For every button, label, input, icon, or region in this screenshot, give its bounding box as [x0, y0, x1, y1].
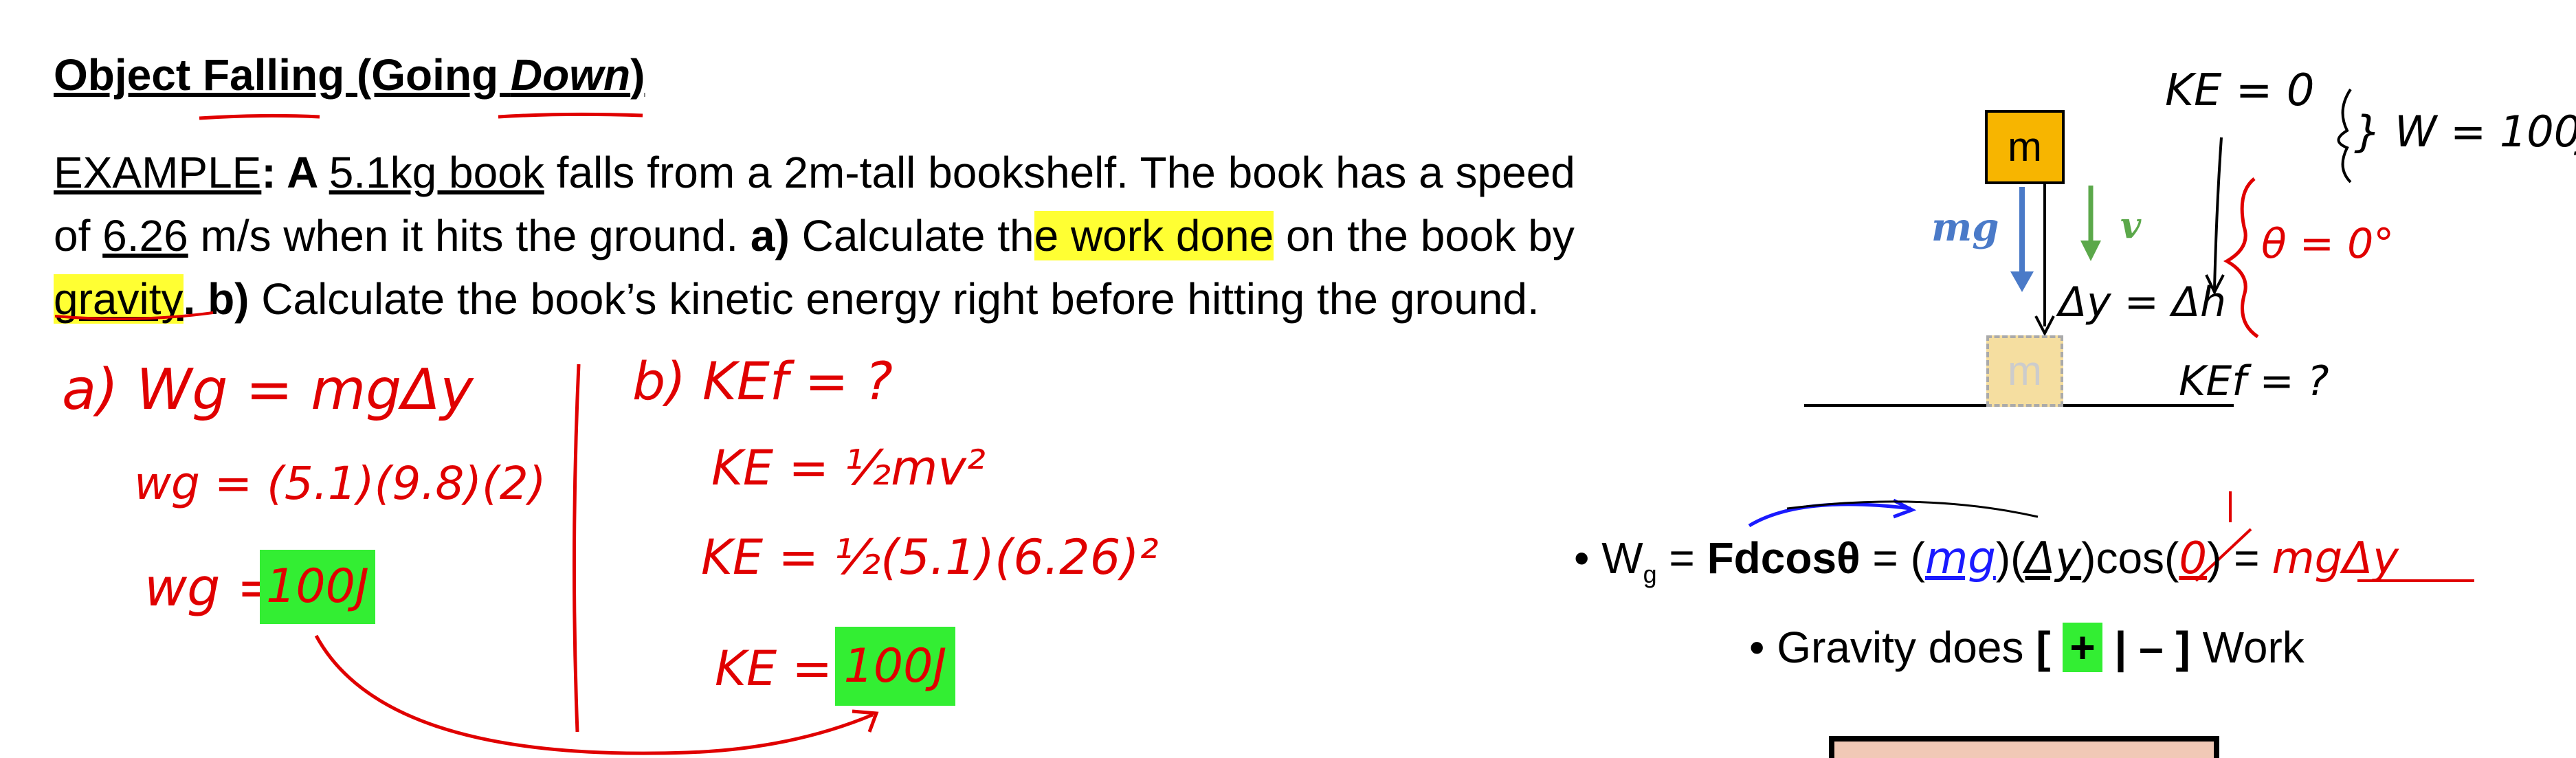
bullet-text: ) =	[2207, 533, 2272, 583]
fdcos-term: Fdcosθ	[1707, 533, 1861, 583]
displacement-label: Δy = Δh	[2058, 278, 2227, 326]
solution-b-line-4-label: KE =	[715, 640, 833, 697]
bullet-text: = (	[1860, 533, 1925, 583]
negative-sign-choice: | – ]	[2102, 623, 2190, 672]
solution-b-line-3: KE = ½(5.1)(6.26)²	[701, 529, 1159, 586]
solution-b-answer: 100J	[835, 627, 955, 706]
bracket-open: [	[2036, 623, 2063, 672]
blank-result: mgΔy	[2272, 533, 2399, 584]
blank-mg: mg	[1924, 533, 1996, 584]
theta-note: θ = 0°	[2261, 220, 2395, 268]
bullet-text: )cos(	[2081, 533, 2179, 583]
solution-a-line-2: wg = (5.1)(9.8)(2)	[134, 457, 546, 510]
solution-a-line-1: a) Wg = mgΔy	[62, 357, 474, 423]
blank-dy: Δy	[2025, 533, 2082, 584]
v-label: v	[2120, 205, 2142, 247]
solution-b-line-2: KE = ½mv²	[711, 440, 986, 496]
bullet-text: • W	[1574, 533, 1643, 583]
work-gravity-equation: • Wg = Fdcosθ = (mg)(Δy)cos(0) = mgΔy	[1574, 533, 2399, 589]
bullet-text: Work	[2190, 623, 2305, 672]
ke-initial-label: KE = 0	[2165, 65, 2315, 116]
bullet-text: )(	[1995, 533, 2025, 583]
bullet-text: =	[1656, 533, 1707, 583]
solution-b-line-1: b) KEf = ?	[632, 350, 893, 412]
ke-final-label: KEf = ?	[2179, 357, 2329, 405]
solution-a-answer: 100J	[260, 550, 375, 624]
book-block-ghost: m	[1986, 335, 2063, 407]
work-note: } W = 100J	[2354, 107, 2576, 157]
positive-sign-choice: +	[2063, 623, 2102, 672]
book-block: m	[1985, 110, 2065, 184]
gravity-work-sign: • Gravity does [ + | – ] Work	[1749, 622, 2305, 673]
subscript-g: g	[1643, 559, 1657, 588]
blank-angle: 0	[2179, 533, 2208, 584]
bullet-text: • Gravity does	[1749, 623, 2036, 672]
mg-label: mg	[1931, 205, 1999, 250]
